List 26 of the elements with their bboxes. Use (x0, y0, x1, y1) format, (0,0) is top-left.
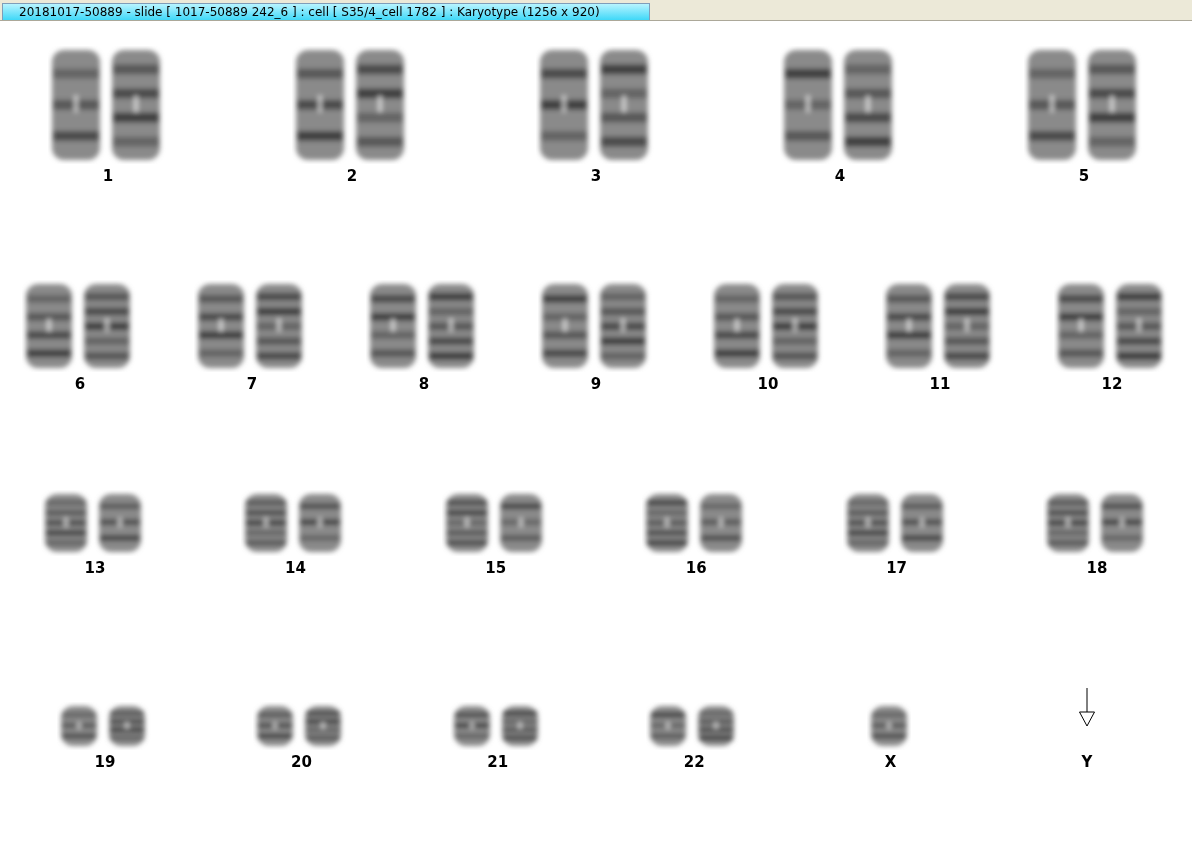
chromosome-label: 15 (485, 560, 507, 577)
chromosome-label: 9 (590, 376, 602, 393)
chromosome-label: 10 (757, 376, 779, 393)
chromosome-label: X (884, 754, 897, 771)
chromosome-label: 19 (94, 754, 116, 771)
chromosome-label: 18 (1086, 560, 1108, 577)
chromosome-label: 8 (418, 376, 430, 393)
chromosome-label: 16 (685, 560, 707, 577)
chromosome-label: 3 (590, 168, 602, 185)
chromosome-label: 6 (74, 376, 86, 393)
chromosome-label: 14 (284, 560, 306, 577)
chromosome-label: 2 (346, 168, 358, 185)
chromosome-label: 17 (886, 560, 907, 577)
chromosome-label: 13 (84, 560, 106, 577)
chromosome-label: 21 (487, 754, 509, 771)
chromosome-label: 1 (102, 168, 114, 185)
down-arrow-icon (1077, 688, 1096, 728)
chromosome-label: Y (1081, 754, 1093, 771)
chromosome-label: 22 (683, 754, 705, 771)
chromosome-label: 5 (1078, 168, 1090, 185)
chromosome-label: 12 (1101, 376, 1123, 393)
window-title: 20181017-50889 - slide [ 1017-50889 242_6 ] : cell [ S35/4_cell 1782 ] : Karyotype (1256 x 920) (2, 3, 650, 20)
chromosome-label: 7 (246, 376, 258, 393)
chromosome-label: 4 (834, 168, 846, 185)
chromosome-label: 20 (290, 754, 312, 771)
chromosome-label: 11 (929, 376, 951, 393)
